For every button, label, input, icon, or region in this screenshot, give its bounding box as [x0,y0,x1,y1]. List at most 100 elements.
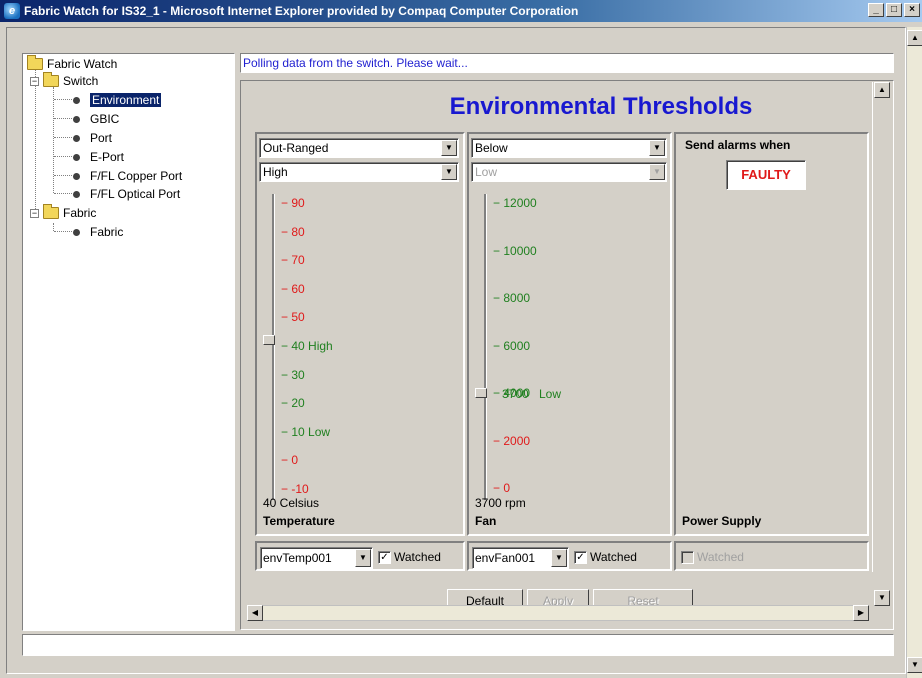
node-bullet-icon [73,228,80,236]
tree-item-label: F/FL Optical Port [90,187,181,201]
tree-root-label: Fabric Watch [47,57,118,71]
folder-open-icon [27,55,43,70]
temperature-tick-label: − 20 [281,396,305,411]
checkbox-checked-icon[interactable]: ✓ [574,550,587,564]
status-bar [22,634,894,656]
power-supply-title: Power Supply [682,514,762,528]
checkbox-checked-icon[interactable]: ✓ [378,550,391,564]
page-title: Environmental Thresholds [449,93,753,120]
collapse-icon[interactable]: − [30,76,39,86]
select-value: Below [475,141,508,155]
panel-vertical-scrollbar[interactable]: ▲ ▼ [872,82,890,606]
combo-value: envFan001 [475,551,536,565]
tree-item-gbic[interactable]: GBIC [73,110,119,128]
tree-item-label: Fabric [90,225,124,239]
window-titlebar: e Fabric Watch for IS32_1 - Microsoft In… [0,0,922,22]
tree-node-switch[interactable]: − Switch [30,72,98,90]
select-value: Low [475,165,498,179]
high-threshold-label: High [304,339,333,353]
tree-item-port[interactable]: Port [73,129,112,147]
dropdown-arrow-icon[interactable]: ▼ [551,549,567,567]
tree-item-label: GBIC [90,112,120,126]
temperature-slider-track[interactable] [272,194,275,500]
temperature-boundary-select[interactable]: High ▼ [259,162,459,182]
panel-horizontal-scrollbar[interactable]: ◀ ▶ [247,605,869,621]
tree-item-fabric[interactable]: Fabric [73,223,123,241]
temperature-tick-label: − -10 [281,482,309,496]
fan-low-threshold-value: 3700 [502,387,529,401]
checkbox-label: Watched [697,550,744,564]
fan-boundary-select: Low ▼ [471,162,667,182]
thresholds-panel: Environmental Thresholds Out-Ranged ▼ Hi… [240,80,894,630]
temperature-title: Temperature [263,514,335,528]
ie-icon: e [4,3,20,19]
send-alarms-label: Send alarms when [685,138,791,152]
temperature-sensor-strip: envTemp001 ▼ ✓ Watched [255,541,465,571]
fan-slider-track[interactable] [484,194,487,500]
scroll-up-arrow-icon[interactable]: ▲ [907,30,922,46]
fan-sensor-strip: envFan001 ▼ ✓ Watched [467,541,672,571]
window-title: Fabric Watch for IS32_1 - Microsoft Inte… [24,4,579,18]
temperature-tick-label: − 50 [281,310,305,325]
scroll-right-arrow-icon[interactable]: ▶ [853,605,869,621]
node-bullet-icon [73,134,80,142]
temperature-tick-label: − 70 [281,253,305,268]
temperature-readout: 40 Celsius [263,496,320,510]
temperature-sensor-combo[interactable]: envTemp001 ▼ [260,547,373,569]
navigation-tree: Fabric Watch − Switch Environment GBIC P… [22,53,235,631]
collapse-icon[interactable]: − [30,208,39,218]
tree-root[interactable]: Fabric Watch [27,55,117,73]
tree-item-optical-port[interactable]: F/FL Optical Port [73,185,180,203]
temperature-tick-label: − 30 [281,367,305,382]
fan-low-threshold-label: Low [539,387,562,401]
fan-watched-checkbox[interactable]: ✓ Watched [574,550,637,564]
tree-node-fabric[interactable]: − Fabric [30,204,96,222]
fan-readout: 3700 rpm [475,496,526,510]
fan-tick-label: − 2000 [493,433,531,448]
temperature-watched-checkbox[interactable]: ✓ Watched [378,550,441,564]
select-value: Out-Ranged [263,141,329,155]
tree-item-label: F/FL Copper Port [90,169,183,183]
temperature-tick-label: − 90 [281,196,305,210]
checkbox-label: Watched [394,550,441,564]
fan-sensor-combo[interactable]: envFan001 ▼ [472,547,569,569]
scroll-down-arrow-icon[interactable]: ▼ [874,590,890,606]
dropdown-arrow-icon[interactable]: ▼ [441,140,457,156]
temperature-condition-select[interactable]: Out-Ranged ▼ [259,138,459,158]
select-value: High [263,165,288,179]
page-vertical-scrollbar[interactable]: ▲ ▼ [906,27,922,678]
fan-condition-select[interactable]: Below ▼ [471,138,667,158]
node-bullet-icon [73,153,80,161]
dropdown-arrow-icon[interactable]: ▼ [649,140,665,156]
checkbox-empty-icon [681,550,694,564]
temperature-slider-thumb[interactable] [263,335,275,345]
temperature-tick-label: − 60 [281,281,305,296]
node-bullet-icon [73,96,80,104]
fan-title: Fan [475,514,497,528]
combo-value: envTemp001 [263,551,332,565]
maximize-button[interactable]: □ [886,3,902,17]
tree-item-e-port[interactable]: E-Port [73,148,124,166]
dropdown-arrow-icon[interactable]: ▼ [441,164,457,180]
temperature-tick-label: − 10 Low [281,424,331,439]
tree-node-label: Fabric [63,206,97,220]
temperature-tick-label: − 0 [281,453,299,468]
folder-open-icon [43,72,59,87]
fan-tick-label: − 10000 [493,243,537,258]
tree-item-environment[interactable]: Environment [73,91,162,109]
fan-slider-thumb[interactable] [475,388,487,398]
tree-item-label: Port [90,131,113,145]
scroll-left-arrow-icon[interactable]: ◀ [247,605,263,621]
tree-item-copper-port[interactable]: F/FL Copper Port [73,167,182,185]
fan-tick-label: − 0 [493,481,511,495]
tree-node-label: Switch [63,74,99,88]
minimize-button[interactable]: _ [868,3,884,17]
power-supply-column: Send alarms when FAULTY Power Supply [674,132,869,536]
temperature-tick-label: − 80 [281,224,305,239]
dropdown-arrow-icon[interactable]: ▼ [355,549,371,567]
temperature-column: Out-Ranged ▼ High ▼ − 90 − 80 − 70 − 60 − 50… [255,132,465,536]
checkbox-label: Watched [590,550,637,564]
scroll-up-arrow-icon[interactable]: ▲ [874,82,890,98]
scroll-down-arrow-icon[interactable]: ▼ [907,657,922,673]
close-button[interactable]: × [904,3,920,17]
